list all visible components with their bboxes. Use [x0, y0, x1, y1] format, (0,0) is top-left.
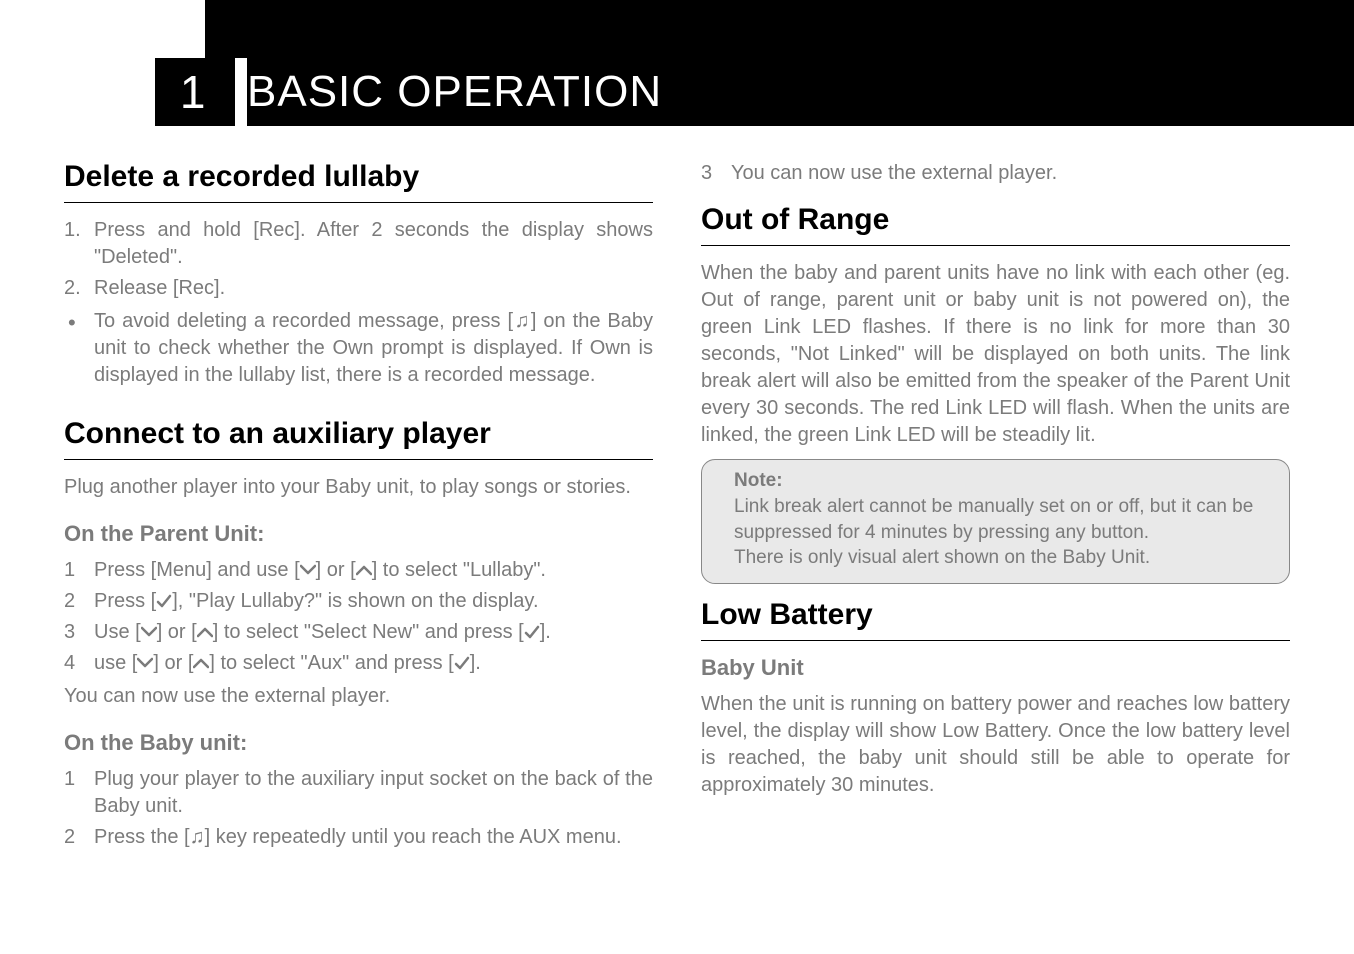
delete-steps-list: 1.Press and hold [Rec]. After 2 seconds … — [64, 217, 653, 302]
header-top-bar — [205, 0, 1354, 58]
chevron-down-icon — [300, 562, 316, 578]
list-item: 3 Use [] or [] to select "Select New" an… — [64, 619, 653, 646]
heading-delete-lullaby: Delete a recorded lullaby — [64, 160, 653, 203]
chevron-up-icon — [197, 624, 213, 640]
content-area: Delete a recorded lullaby 1.Press and ho… — [64, 160, 1290, 857]
step-text: Press and hold [Rec]. After 2 seconds th… — [94, 219, 653, 268]
list-item: To avoid deleting a recorded message, pr… — [64, 308, 653, 389]
note-text: There is only visual alert shown on the … — [734, 545, 1271, 571]
page-header: 16 BASIC OPERATION — [0, 0, 1354, 126]
list-item: 3You can now use the external player. — [701, 160, 1290, 187]
list-item: 4 use [] or [] to select "Aux" and press… — [64, 650, 653, 677]
chevron-up-icon — [356, 562, 372, 578]
note-label: Note: — [734, 470, 1271, 492]
parent-after-text: You can now use the external player. — [64, 683, 653, 710]
list-item: 2.Release [Rec]. — [64, 275, 653, 302]
step-text: Press [Menu] and use [ ] or [ ] to select … — [94, 559, 546, 581]
list-item: 2Press the [♫] key repeatedly until you … — [64, 824, 653, 851]
page-title: BASIC OPERATION — [205, 58, 1354, 126]
text-frag: ] to select "Aux" and press [ — [209, 652, 453, 674]
chevron-down-icon — [141, 624, 157, 640]
text-frag: ]. — [470, 652, 481, 674]
header-gap — [235, 58, 247, 126]
delete-note-list: To avoid deleting a recorded message, pr… — [64, 308, 653, 389]
step-text: Release [Rec]. — [94, 277, 225, 299]
check-icon — [454, 655, 470, 671]
text-frag: Press [ — [94, 590, 156, 612]
chevron-down-icon — [137, 655, 153, 671]
low-battery-text: When the unit is running on battery powe… — [701, 691, 1290, 799]
step-text: You can now use the external player. — [731, 162, 1057, 184]
heading-low-battery: Low Battery — [701, 598, 1290, 641]
bullet-text: To avoid deleting a recorded message, pr… — [94, 310, 653, 386]
note-box: Note: Link break alert cannot be manuall… — [701, 459, 1290, 584]
check-icon — [524, 624, 540, 640]
text-frag: ] to select "Lullaby". — [372, 559, 546, 581]
text-frag: Press [Menu] and use [ — [94, 559, 300, 581]
list-item: 1 Press [Menu] and use [] or [] to selec… — [64, 557, 653, 584]
step-text: Press the [♫] key repeatedly until you r… — [94, 826, 622, 848]
text-frag: ] to select "Select New" and press [ — [213, 621, 524, 643]
text-frag: ] or [ — [153, 652, 193, 674]
chevron-up-icon — [193, 655, 209, 671]
aux-intro-text: Plug another player into your Baby unit,… — [64, 474, 653, 501]
heading-out-of-range: Out of Range — [701, 203, 1290, 246]
list-item: 2 Press [], "Play Lullaby?" is shown on … — [64, 588, 653, 615]
text-frag: Use [ — [94, 621, 141, 643]
step-text: Press [ ], "Play Lullaby?" is shown on th… — [94, 590, 539, 612]
out-of-range-text: When the baby and parent units have no l… — [701, 260, 1290, 449]
baby-steps-list: 1Plug your player to the auxiliary input… — [64, 766, 653, 851]
text-frag: ]. — [540, 621, 551, 643]
text-frag: ] or [ — [316, 559, 356, 581]
subheading-parent-unit: On the Parent Unit: — [64, 521, 653, 547]
list-item: 1Plug your player to the auxiliary input… — [64, 766, 653, 820]
check-icon — [156, 593, 172, 609]
subheading-baby-unit-low: Baby Unit — [701, 655, 1290, 681]
step-text: use [ ] or [ ] to select "Aux" and press [… — [94, 652, 481, 674]
step-text: Use [ ] or [ ] to select "Select New" and … — [94, 621, 551, 643]
text-frag: ], "Play Lullaby?" is shown on the displ… — [172, 590, 538, 612]
left-column: Delete a recorded lullaby 1.Press and ho… — [64, 160, 653, 857]
step-text: Plug your player to the auxiliary input … — [94, 768, 653, 817]
subheading-baby-unit: On the Baby unit: — [64, 730, 653, 756]
text-frag: ] or [ — [157, 621, 197, 643]
text-frag: use [ — [94, 652, 137, 674]
right-column: 3You can now use the external player. Ou… — [701, 160, 1290, 857]
note-text: Link break alert cannot be manually set … — [734, 494, 1271, 545]
parent-steps-list: 1 Press [Menu] and use [] or [] to selec… — [64, 557, 653, 677]
heading-connect-aux: Connect to an auxiliary player — [64, 417, 653, 460]
list-item: 1.Press and hold [Rec]. After 2 seconds … — [64, 217, 653, 271]
continued-steps-list: 3You can now use the external player. — [701, 160, 1290, 187]
